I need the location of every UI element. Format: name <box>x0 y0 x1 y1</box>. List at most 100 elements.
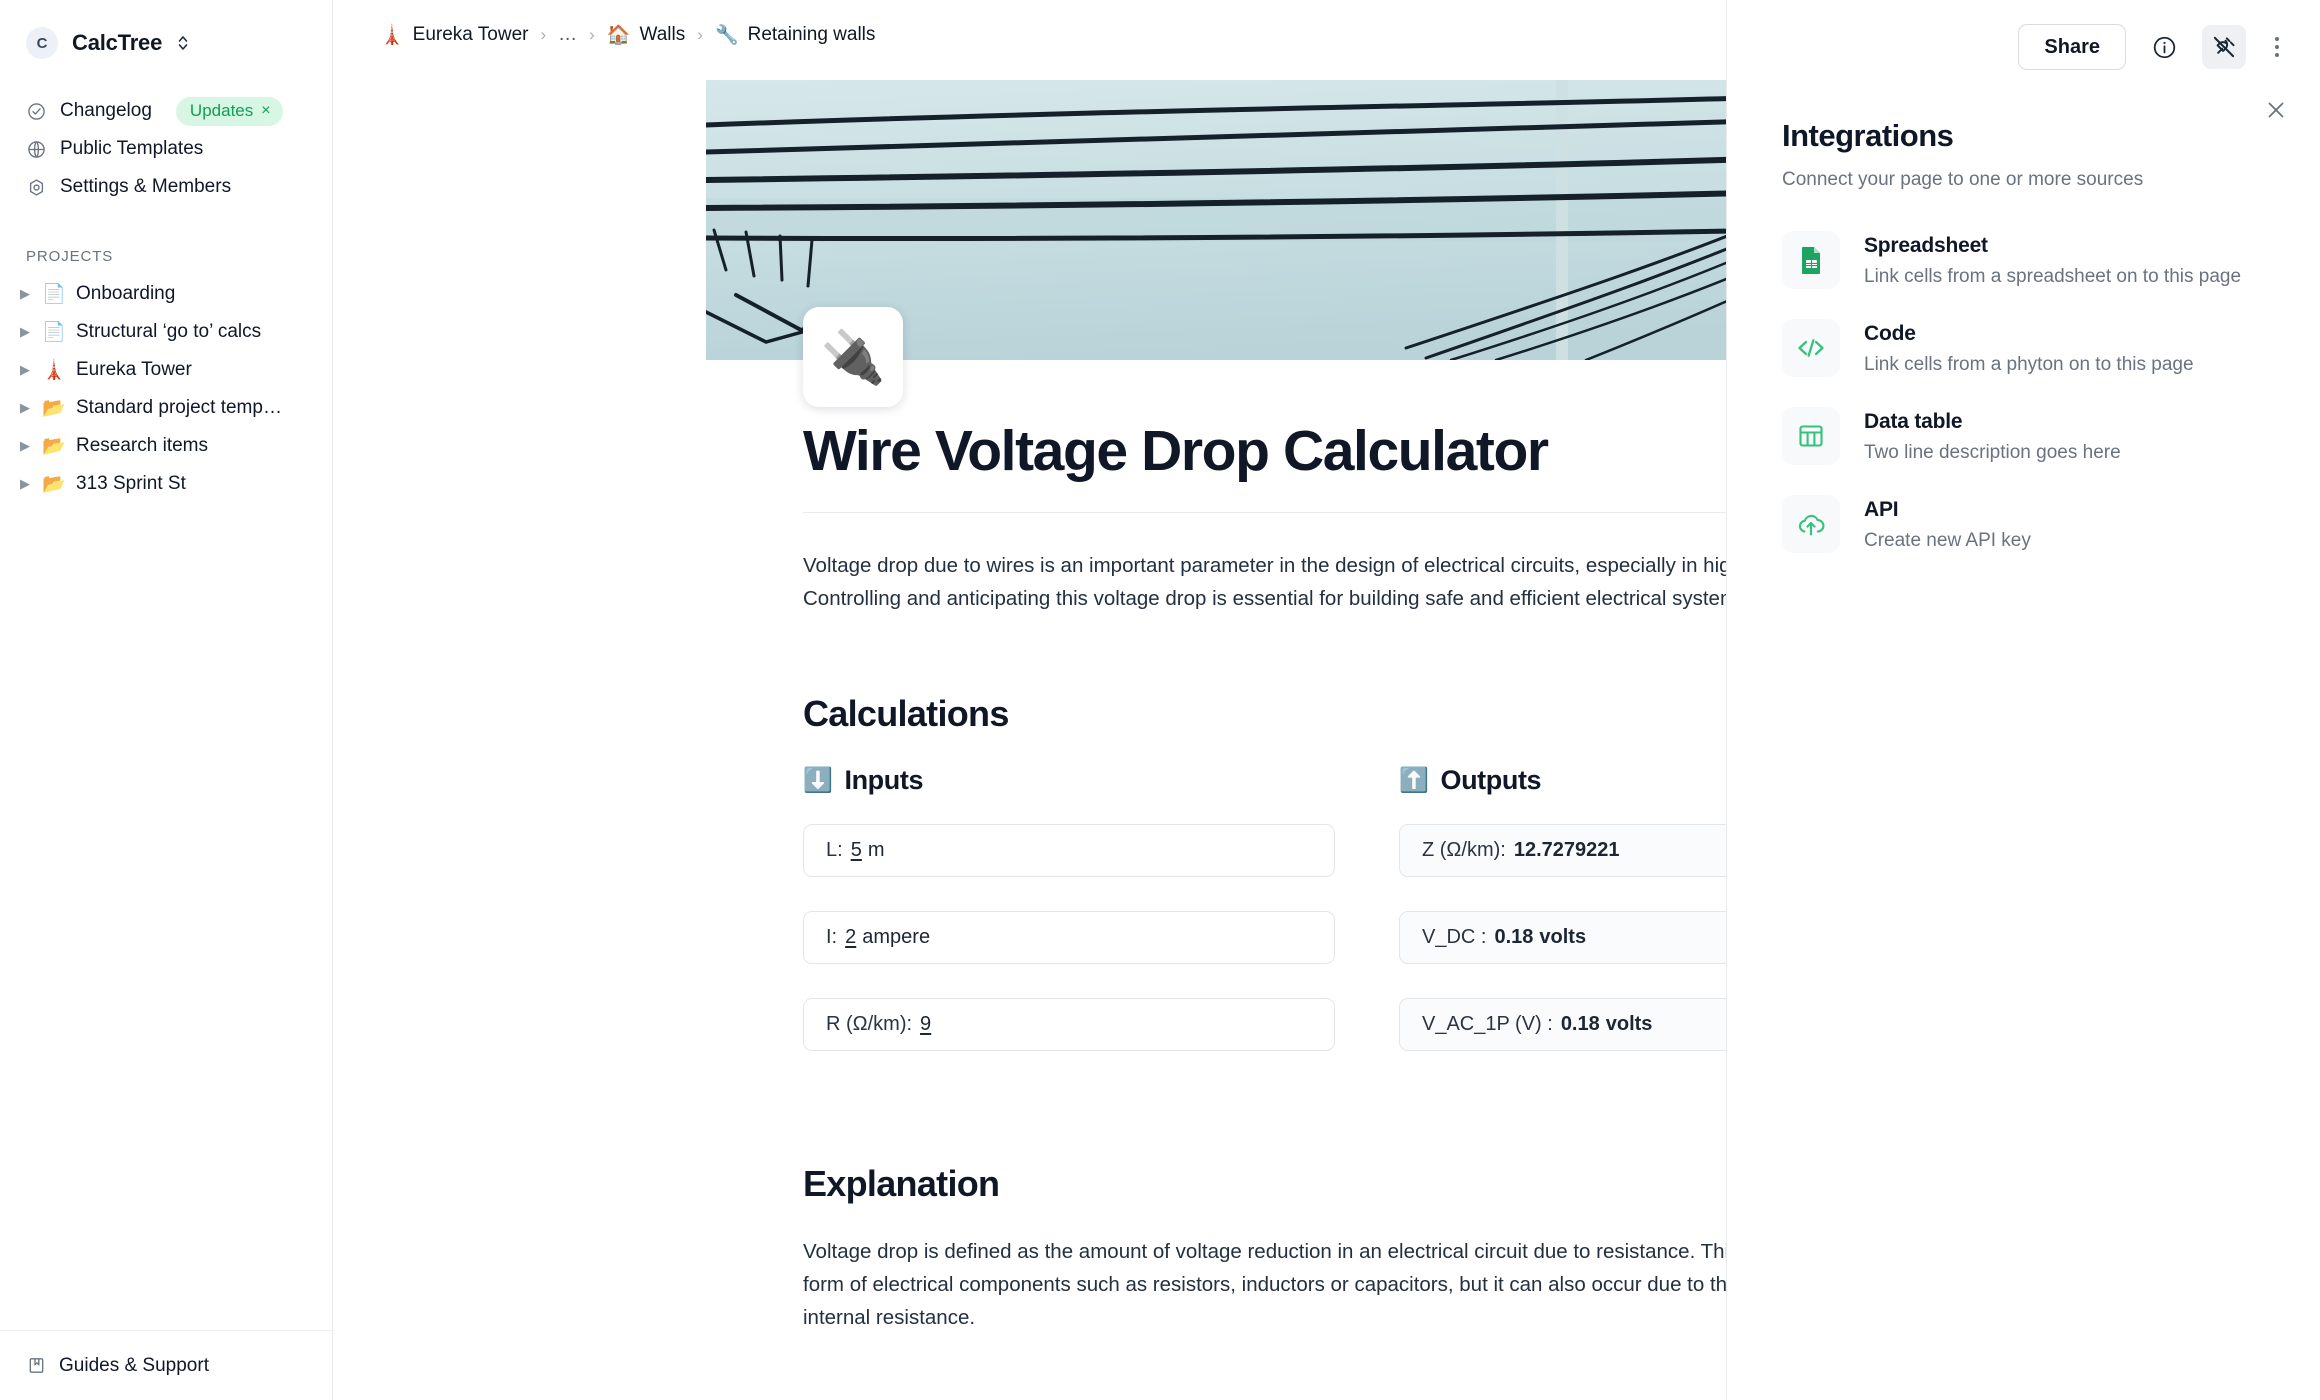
guides-support-button[interactable]: Guides & Support <box>0 1330 332 1400</box>
inputs-heading-label: Inputs <box>844 764 924 795</box>
output-field-impedance: Z (Ω/km): 12.7279221 <box>1399 823 1726 877</box>
sidebar-item-public-templates[interactable]: Public Templates <box>0 130 332 168</box>
input-field-resistance[interactable]: R (Ω/km): 9 <box>803 997 1335 1051</box>
project-item-label: Eureka Tower <box>76 359 192 380</box>
output-value: 0.18 <box>1494 925 1534 948</box>
document-icon: 📄 <box>42 322 66 343</box>
document-icon: 📄 <box>42 284 66 305</box>
tokyo-tower-icon: 🗼 <box>380 25 404 46</box>
workspace-name: CalcTree <box>72 30 163 55</box>
sidebar-item-settings-members[interactable]: Settings & Members <box>0 168 332 206</box>
chevron-right-icon[interactable]: ▶ <box>18 438 32 454</box>
integration-desc: Create new API key <box>1864 530 2031 551</box>
project-item-label: Standard project temp… <box>76 397 282 418</box>
chevron-right-icon[interactable]: ▶ <box>18 286 32 302</box>
close-icon[interactable] <box>2261 95 2291 125</box>
intro-paragraph: Voltage drop due to wires is an importan… <box>803 553 1726 610</box>
breadcrumb-item-eureka-tower[interactable]: 🗼 Eureka Tower <box>380 23 529 47</box>
workspace-avatar: C <box>26 27 58 59</box>
project-item-onboarding[interactable]: ▶ 📄 Onboarding <box>0 275 332 313</box>
plug-disconnected-icon[interactable] <box>2202 25 2246 69</box>
share-button[interactable]: Share <box>2018 24 2126 70</box>
integration-item-data-table[interactable]: Data table Two line description goes her… <box>1782 407 2280 465</box>
page-icon[interactable]: 🔌 <box>803 307 903 407</box>
breadcrumb-ellipsis[interactable]: … <box>558 24 577 46</box>
guides-support-label: Guides & Support <box>59 1354 209 1376</box>
kebab-menu-icon[interactable] <box>2262 25 2292 69</box>
input-label: L: <box>826 838 843 861</box>
integrations-subtitle: Connect your page to one or more sources <box>1782 169 2144 190</box>
explanation-heading: Explanation <box>803 1162 1000 1204</box>
project-item-313-sprint-st[interactable]: ▶ 📂 313 Sprint St <box>0 465 332 503</box>
chevron-right-icon[interactable]: ▶ <box>18 400 32 416</box>
chevron-right-icon[interactable]: ▶ <box>18 476 32 492</box>
integration-text: API Create new API key <box>1864 495 2031 552</box>
close-icon[interactable]: × <box>261 102 270 119</box>
chevron-right-icon[interactable]: ▶ <box>18 324 32 340</box>
output-field-vdc: V_DC : 0.18 volts <box>1399 910 1726 964</box>
input-value[interactable]: 5 <box>851 839 862 862</box>
top-toolbar: Share <box>1727 0 2320 78</box>
output-value: 0.18 <box>1560 1012 1600 1035</box>
integrations-body: Integrations Connect your page to one or… <box>1727 78 2320 553</box>
breadcrumb-item-label: Retaining walls <box>747 24 876 45</box>
house-icon: 🏠 <box>606 25 631 46</box>
output-unit: volts <box>1605 1012 1653 1035</box>
project-item-standard-project-template[interactable]: ▶ 📂 Standard project temp… <box>0 389 332 427</box>
integrations-title: Integrations <box>1782 118 1954 153</box>
input-unit[interactable]: m <box>868 839 885 862</box>
integration-name: API <box>1864 498 1899 521</box>
project-item-structural-go-to-calcs[interactable]: ▶ 📄 Structural ‘go to’ calcs <box>0 313 332 351</box>
breadcrumb-separator: › <box>589 25 595 44</box>
updates-badge-label: Updates <box>189 100 254 120</box>
cloud-upload-icon <box>1782 495 1840 553</box>
sidebar-item-label: Settings & Members <box>60 176 232 197</box>
project-item-research-items[interactable]: ▶ 📂 Research items <box>0 427 332 465</box>
input-value[interactable]: 9 <box>920 1013 931 1036</box>
integrations-panel: Share Integrations Connect your page to … <box>1727 0 2320 1400</box>
output-unit: volts <box>1539 925 1587 948</box>
breadcrumb: 🗼 Eureka Tower › … › 🏠 Walls › 🔧 Retaini… <box>333 0 1726 52</box>
folder-icon: 📂 <box>42 436 66 457</box>
book-icon <box>26 1356 46 1376</box>
input-label: I: <box>826 925 838 948</box>
output-value: 12.7279221 <box>1513 838 1620 861</box>
breadcrumb-item-retaining-walls[interactable]: 🔧 Retaining walls <box>715 23 875 47</box>
sidebar-nav: Changelog Updates × Public Templates Set… <box>0 92 332 206</box>
integration-item-api[interactable]: API Create new API key <box>1782 495 2280 553</box>
spreadsheet-icon <box>1782 231 1840 289</box>
chevron-updown-icon <box>176 33 190 53</box>
breadcrumb-item-label: Eureka Tower <box>412 24 529 45</box>
updates-badge[interactable]: Updates × <box>175 96 283 126</box>
chevron-right-icon[interactable]: ▶ <box>18 362 32 378</box>
workspace-switcher[interactable]: C CalcTree <box>0 0 332 62</box>
integration-item-code[interactable]: Code Link cells from a phyton on to this… <box>1782 319 2280 377</box>
output-field-vac1p: V_AC_1P (V) : 0.18 volts <box>1399 997 1726 1051</box>
wrench-icon: 🔧 <box>714 25 739 46</box>
project-item-label: Research items <box>76 435 208 456</box>
input-field-current[interactable]: I: 2 ampere <box>803 910 1335 964</box>
input-field-length[interactable]: L: 5 m <box>803 823 1335 877</box>
sidebar-item-changelog[interactable]: Changelog Updates × <box>0 92 332 130</box>
title-divider <box>803 511 1726 513</box>
breadcrumb-item-walls[interactable]: 🏠 Walls <box>607 23 685 47</box>
integration-text: Data table Two line description goes her… <box>1864 407 2121 464</box>
input-value[interactable]: 2 <box>845 926 856 949</box>
integration-text: Spreadsheet Link cells from a spreadshee… <box>1864 231 2241 288</box>
integration-item-spreadsheet[interactable]: Spreadsheet Link cells from a spreadshee… <box>1782 231 2280 289</box>
breadcrumb-separator: › <box>540 25 547 44</box>
output-label: Z (Ω/km): <box>1422 838 1506 861</box>
breadcrumb-separator: › <box>697 25 703 44</box>
integration-name: Code <box>1864 322 1916 345</box>
input-label: R (Ω/km): <box>826 1012 913 1035</box>
sidebar: C CalcTree Changelog Updates × Public Te… <box>0 0 333 1400</box>
gear-icon <box>26 177 46 197</box>
inputs-heading: ⬇️ Inputs <box>803 765 1335 796</box>
table-icon <box>1782 407 1840 465</box>
project-item-eureka-tower[interactable]: ▶ 🗼 Eureka Tower <box>0 351 332 389</box>
calculations-heading: Calculations <box>803 692 1009 734</box>
output-label: V_DC : <box>1422 925 1487 948</box>
info-icon[interactable] <box>2142 25 2186 69</box>
input-unit[interactable]: ampere <box>862 926 930 949</box>
breadcrumb-item-label: Walls <box>639 24 686 45</box>
